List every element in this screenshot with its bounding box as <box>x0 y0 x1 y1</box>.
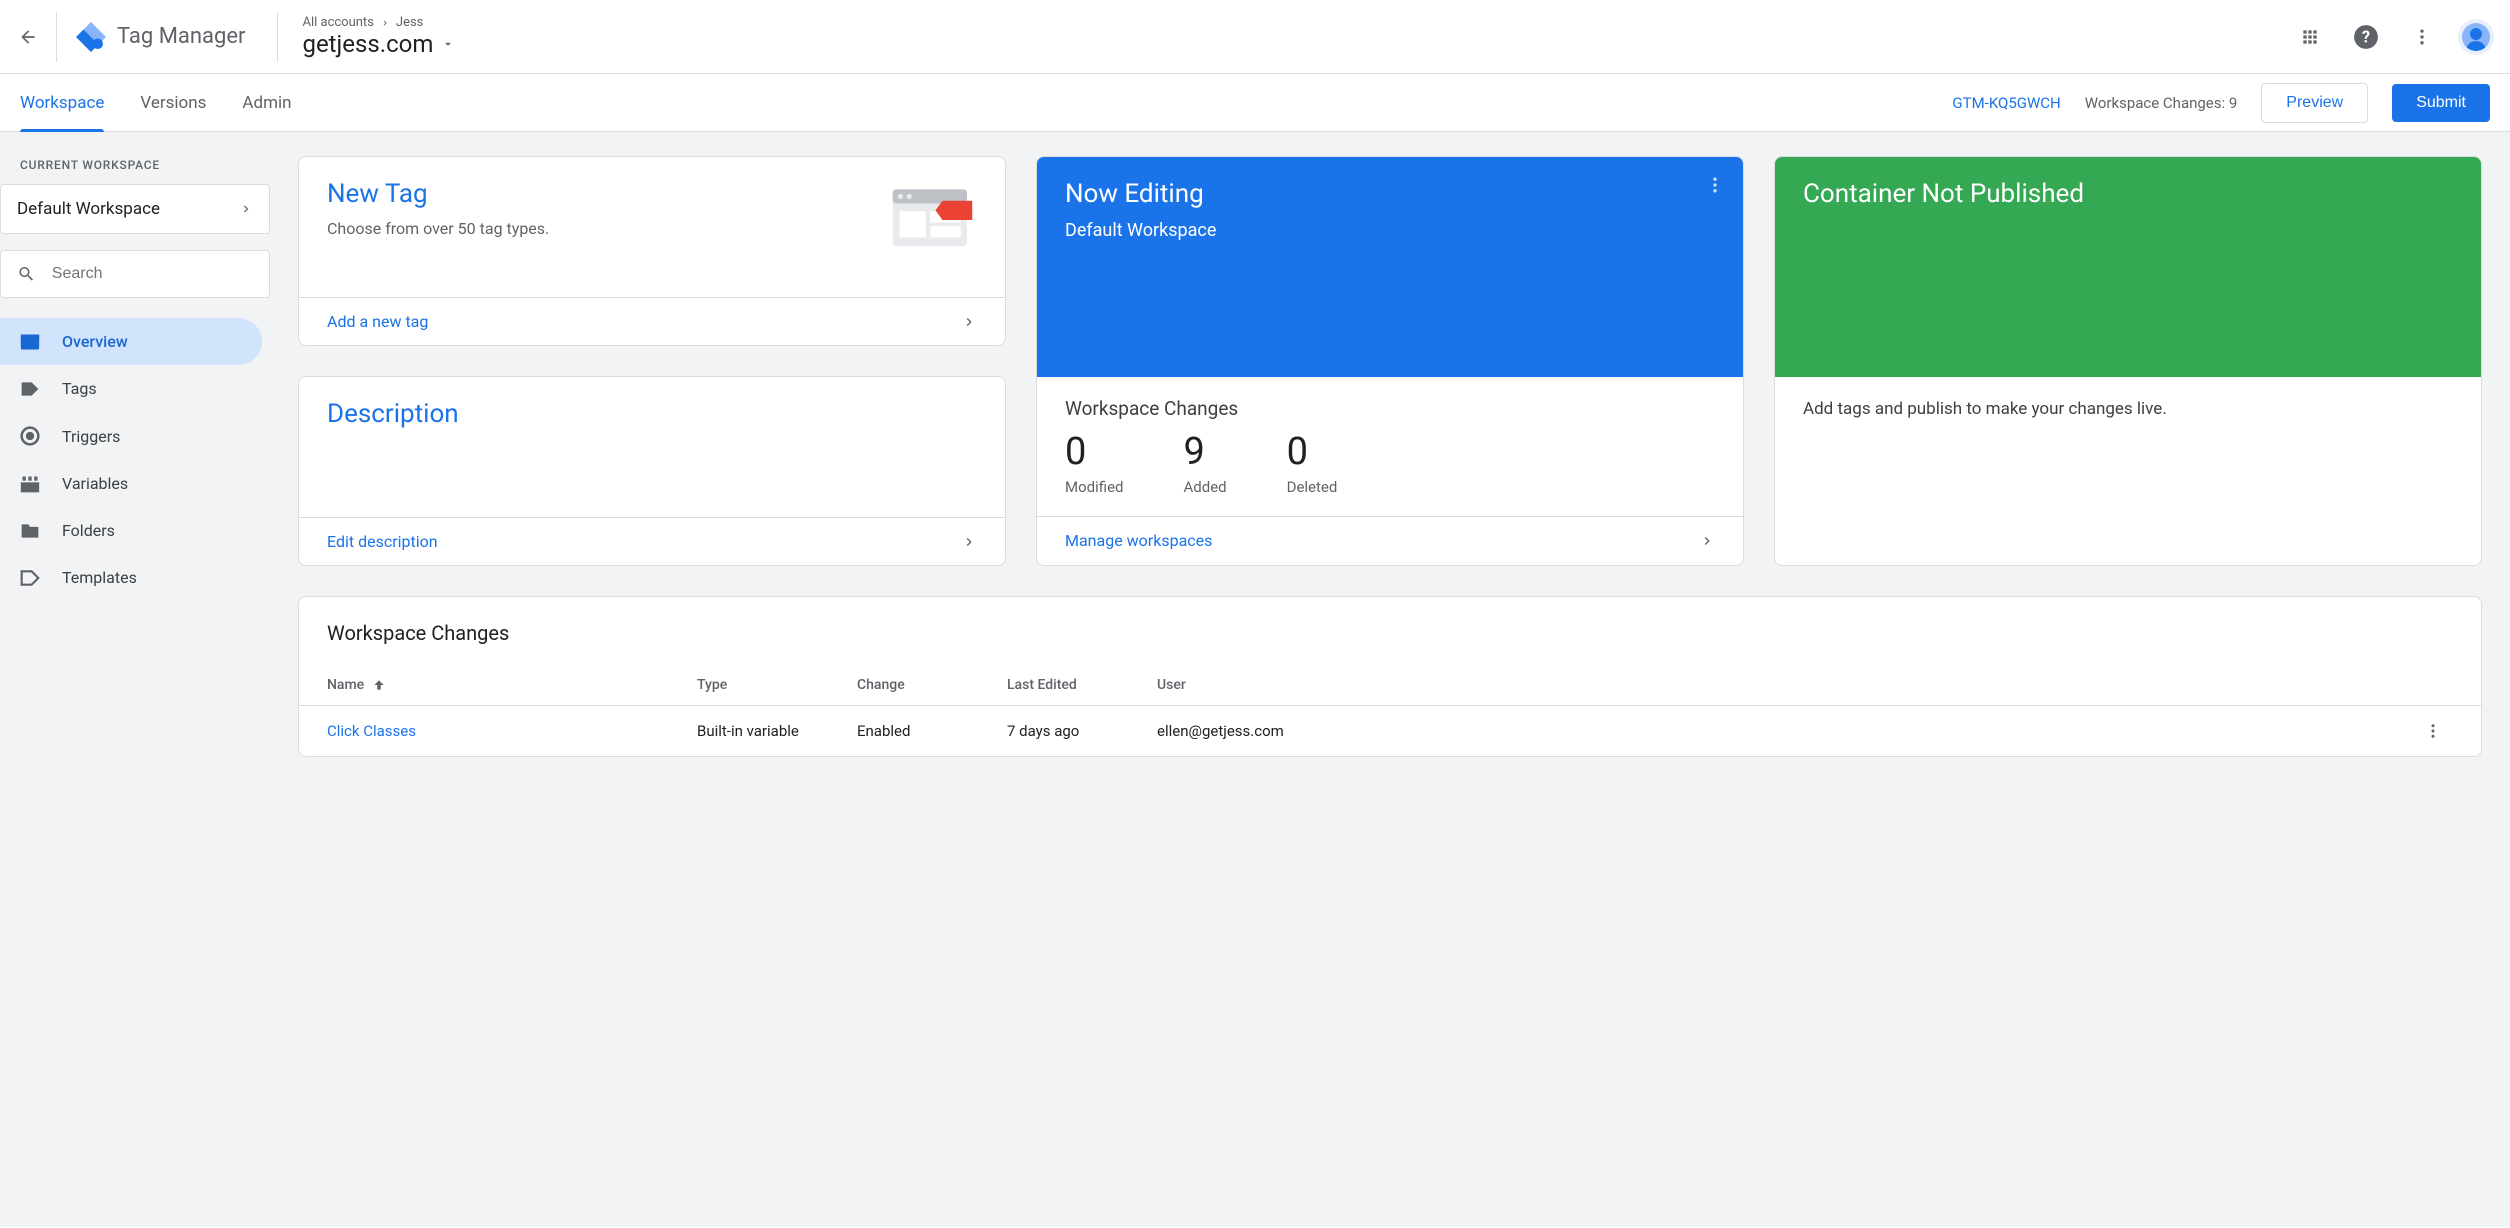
sidebar-item-tags[interactable]: Tags <box>0 365 262 412</box>
sort-asc-icon <box>372 678 386 692</box>
row-type: Built-in variable <box>697 722 857 740</box>
description-card: Description Edit description <box>298 376 1006 566</box>
product-name: Tag Manager <box>117 24 245 49</box>
workspace-changes-table: Workspace Changes Name Type Change Last … <box>298 596 2482 757</box>
new-tag-card: New Tag Choose from over 50 tag types. <box>298 156 1006 346</box>
editing-card-menu-icon[interactable] <box>1705 175 1725 199</box>
workspace-changes-count: Workspace Changes: 9 <box>2085 94 2238 112</box>
row-edited: 7 days ago <box>1007 722 1157 740</box>
chevron-right-icon <box>961 534 977 550</box>
account-avatar[interactable] <box>2458 19 2494 55</box>
more-menu-icon[interactable] <box>2402 17 2442 57</box>
table-row[interactable]: Click Classes Built-in variable Enabled … <box>299 706 2481 756</box>
sidebar-item-templates[interactable]: Templates <box>0 554 262 601</box>
tab-workspace[interactable]: Workspace <box>20 74 104 132</box>
description-title: Description <box>327 399 977 429</box>
stat-deleted: 0Deleted <box>1287 430 1338 496</box>
row-name-link[interactable]: Click Classes <box>327 722 416 740</box>
help-icon[interactable]: ? <box>2346 17 2386 57</box>
row-menu-icon[interactable] <box>2413 722 2453 740</box>
overview-icon <box>20 333 40 351</box>
table-header-user[interactable]: User <box>1157 677 2413 693</box>
back-button[interactable] <box>8 17 48 57</box>
variable-icon <box>20 475 40 493</box>
stat-added: 9Added <box>1183 430 1226 496</box>
row-user: ellen@getjess.com <box>1157 722 2413 740</box>
submit-button[interactable]: Submit <box>2392 84 2490 122</box>
workspace-changes-title: Workspace Changes <box>1065 397 1715 420</box>
sidebar-item-triggers[interactable]: Triggers <box>0 412 262 460</box>
table-header-name[interactable]: Name <box>327 677 697 693</box>
chevron-right-icon <box>961 314 977 330</box>
tab-versions[interactable]: Versions <box>140 74 206 132</box>
search-box[interactable] <box>0 250 270 298</box>
breadcrumb[interactable]: All accounts Jess <box>302 15 2290 30</box>
preview-button[interactable]: Preview <box>2261 83 2368 123</box>
search-input[interactable] <box>52 265 253 283</box>
apps-icon[interactable] <box>2290 17 2330 57</box>
folder-icon <box>20 522 40 540</box>
trigger-icon <box>20 426 40 446</box>
now-editing-subtitle: Default Workspace <box>1065 217 1715 244</box>
row-change: Enabled <box>857 722 1007 740</box>
table-header-change[interactable]: Change <box>857 677 1007 693</box>
add-new-tag-action[interactable]: Add a new tag <box>299 297 1005 345</box>
workspace-selector[interactable]: Default Workspace <box>0 184 270 234</box>
sidebar-item-folders[interactable]: Folders <box>0 507 262 554</box>
manage-workspaces-action[interactable]: Manage workspaces <box>1037 516 1743 564</box>
container-not-published-card: Container Not Published Add tags and pub… <box>1774 156 2482 566</box>
table-header-type[interactable]: Type <box>697 677 857 693</box>
search-icon <box>17 263 36 285</box>
container-selector[interactable]: getjess.com <box>302 30 2290 58</box>
tab-admin[interactable]: Admin <box>242 74 291 132</box>
chevron-right-icon <box>239 202 253 216</box>
table-title: Workspace Changes <box>299 621 2481 665</box>
publish-body: Add tags and publish to make your change… <box>1775 377 2481 443</box>
edit-description-action[interactable]: Edit description <box>299 517 1005 565</box>
table-header-edited[interactable]: Last Edited <box>1007 677 1157 693</box>
now-editing-card: Now Editing Default Workspace Workspace … <box>1036 156 1744 566</box>
sidebar-item-overview[interactable]: Overview <box>0 318 262 365</box>
svg-text:?: ? <box>2362 27 2370 46</box>
gtm-logo-icon <box>73 19 109 55</box>
new-tag-title: New Tag <box>327 179 867 209</box>
current-workspace-label: CURRENT WORKSPACE <box>0 152 270 178</box>
chevron-right-icon <box>1699 533 1715 549</box>
sidebar-item-variables[interactable]: Variables <box>0 460 262 507</box>
tag-icon <box>20 380 40 398</box>
new-tag-subtitle: Choose from over 50 tag types. <box>327 217 867 241</box>
now-editing-title: Now Editing <box>1065 179 1715 209</box>
container-id[interactable]: GTM-KQ5GWCH <box>1952 94 2060 112</box>
tag-graphic-icon <box>887 185 977 255</box>
publish-title: Container Not Published <box>1803 179 2453 209</box>
stat-modified: 0Modified <box>1065 430 1123 496</box>
template-icon <box>20 569 40 587</box>
